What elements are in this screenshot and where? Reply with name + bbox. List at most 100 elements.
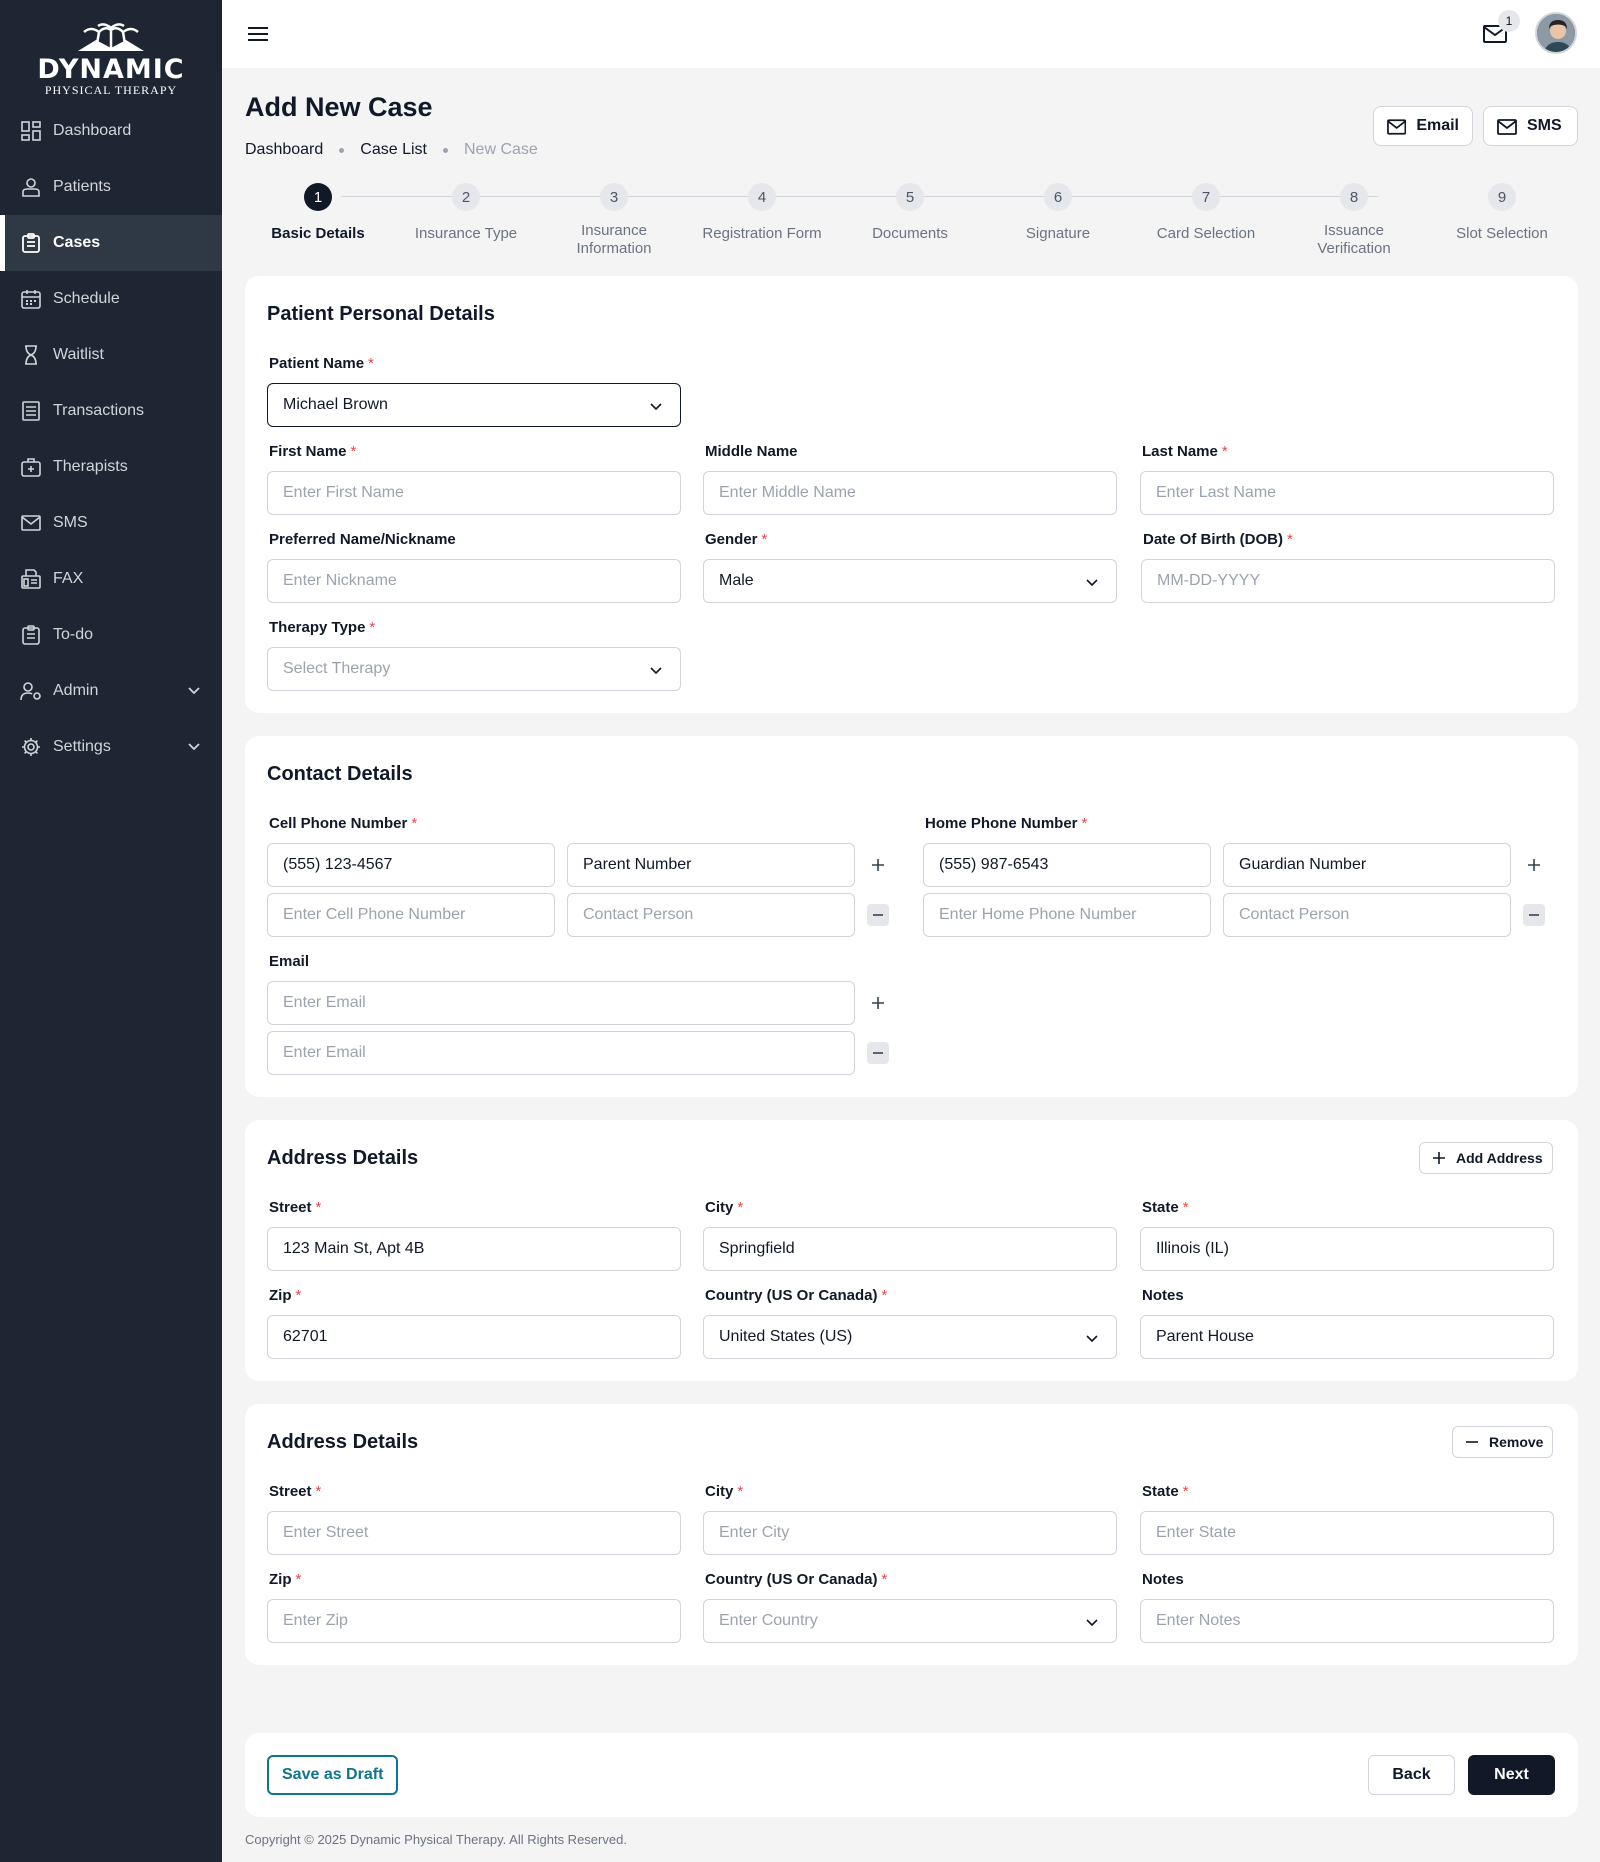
country-select[interactable]: United States (US) [703, 1315, 1117, 1359]
step-signature[interactable]: 6 Signature [984, 180, 1132, 243]
sidebar-item-waitlist[interactable]: Waitlist [0, 327, 222, 383]
zip-input[interactable]: 62701 [267, 1315, 681, 1359]
patient-name-select[interactable]: Michael Brown [267, 383, 681, 427]
patient-icon [20, 176, 42, 198]
therapy-type-label: Therapy Type * [269, 619, 376, 636]
notes-input[interactable]: Enter Notes [1140, 1599, 1554, 1643]
patient-personal-details-card: Patient Personal Details Patient Name * M… [245, 276, 1578, 713]
todo-list-icon [20, 624, 42, 646]
sidebar-item-label: To-do [53, 626, 94, 643]
minus-icon [873, 914, 883, 916]
last-name-input[interactable]: Enter Last Name [1140, 471, 1554, 515]
add-address-button[interactable]: Add Address [1419, 1142, 1553, 1174]
sidebar-item-therapists[interactable]: Therapists [0, 439, 222, 495]
step-registration-form[interactable]: 4 Registration Form [688, 180, 836, 243]
add-email-button[interactable] [867, 992, 889, 1014]
therapy-type-select[interactable]: Select Therapy [267, 647, 681, 691]
home-phone-input[interactable]: (555) 987-6543 [923, 843, 1211, 887]
breadcrumb-separator [339, 147, 345, 153]
address-details-card: Address Details Add Address Street * 123 … [245, 1120, 1578, 1381]
state-input[interactable]: Enter State [1140, 1511, 1554, 1555]
section-title: Address Details [267, 1147, 419, 1169]
cell-phone-input[interactable]: (555) 123-4567 [267, 843, 555, 887]
nickname-input[interactable]: Enter Nickname [267, 559, 681, 603]
user-avatar[interactable] [1535, 12, 1577, 54]
medical-bag-icon [20, 456, 42, 478]
sidebar-item-patients[interactable]: Patients [0, 159, 222, 215]
patient-name-label: Patient Name * [269, 355, 374, 372]
last-name-label: Last Name * [1142, 443, 1228, 460]
street-label: Street * [269, 1199, 322, 1216]
breadcrumb-dashboard[interactable]: Dashboard [245, 141, 323, 159]
notes-input[interactable]: Parent House [1140, 1315, 1554, 1359]
sidebar-item-sms[interactable]: SMS [0, 495, 222, 551]
home-contact-person-input[interactable]: Contact Person [1223, 893, 1511, 937]
hamburger-menu-icon[interactable] [246, 22, 270, 46]
notification-badge: 1 [1498, 10, 1520, 32]
step-documents[interactable]: 5 Documents [836, 180, 984, 243]
city-input[interactable]: Enter City [703, 1511, 1117, 1555]
sms-button[interactable]: SMS [1483, 106, 1578, 146]
sidebar-item-todo[interactable]: To-do [0, 607, 222, 663]
sidebar-item-settings[interactable]: Settings [0, 719, 222, 775]
mail-send-icon [1387, 119, 1407, 135]
minus-icon [873, 1052, 883, 1054]
sidebar-item-schedule[interactable]: Schedule [0, 271, 222, 327]
sidebar-item-cases[interactable]: Cases [0, 215, 222, 271]
sidebar-item-label: Settings [53, 738, 111, 755]
sidebar-item-label: Admin [53, 682, 99, 699]
email-input[interactable]: Enter Email [267, 981, 855, 1025]
back-button[interactable]: Back [1368, 1755, 1455, 1795]
email-button[interactable]: Email [1373, 106, 1473, 146]
breadcrumb: Dashboard Case List New Case [245, 141, 538, 159]
remove-email-button[interactable] [867, 1042, 889, 1064]
step-insurance-information[interactable]: 3 Insurance Information [540, 180, 688, 258]
zip-input[interactable]: Enter Zip [267, 1599, 681, 1643]
step-number: 4 [748, 183, 776, 211]
state-input[interactable]: Illinois (IL) [1140, 1227, 1554, 1271]
remove-cell-phone-button[interactable] [867, 904, 889, 926]
save-draft-button[interactable]: Save as Draft [267, 1755, 399, 1795]
add-home-phone-button[interactable] [1523, 854, 1545, 876]
street-input[interactable]: Enter Street [267, 1511, 681, 1555]
cell-contact-person-input[interactable]: Contact Person [567, 893, 855, 937]
step-issuance-verification[interactable]: 8 Issuance Verification [1280, 180, 1428, 258]
sidebar-item-admin[interactable]: Admin [0, 663, 222, 719]
street-input[interactable]: 123 Main St, Apt 4B [267, 1227, 681, 1271]
step-label: Card Selection [1156, 225, 1256, 242]
sidebar-item-dashboard[interactable]: Dashboard [0, 103, 222, 159]
sidebar-item-fax[interactable]: FAX [0, 551, 222, 607]
dob-input[interactable]: MM-DD-YYYY [1141, 559, 1555, 603]
topbar: 1 [222, 0, 1600, 68]
gender-label: Gender * [705, 531, 768, 548]
step-number: 6 [1044, 183, 1072, 211]
step-slot-selection[interactable]: 9 Slot Selection [1428, 180, 1576, 243]
middle-name-input[interactable]: Enter Middle Name [703, 471, 1117, 515]
calendar-icon [20, 288, 42, 310]
email-input-2[interactable]: Enter Email [267, 1031, 855, 1075]
first-name-input[interactable]: Enter First Name [267, 471, 681, 515]
sidebar-item-transactions[interactable]: Transactions [0, 383, 222, 439]
chevron-down-icon [650, 667, 662, 675]
step-insurance-type[interactable]: 2 Insurance Type [392, 180, 540, 243]
country-select[interactable]: Enter Country [703, 1599, 1117, 1643]
home-phone-relation-input[interactable]: Guardian Number [1223, 843, 1511, 887]
step-number: 9 [1488, 183, 1516, 211]
step-card-selection[interactable]: 7 Card Selection [1132, 180, 1280, 243]
gender-select[interactable]: Male [703, 559, 1117, 603]
breadcrumb-case-list[interactable]: Case List [360, 141, 427, 159]
cell-phone-input-2[interactable]: Enter Cell Phone Number [267, 893, 555, 937]
sms-button-label: SMS [1527, 117, 1562, 134]
step-basic-details[interactable]: 1 Basic Details [244, 180, 392, 243]
cell-phone-relation-input[interactable]: Parent Number [567, 843, 855, 887]
city-label: City * [705, 1199, 744, 1216]
next-button[interactable]: Next [1468, 1755, 1555, 1795]
add-cell-phone-button[interactable] [867, 854, 889, 876]
home-phone-input-2[interactable]: Enter Home Phone Number [923, 893, 1211, 937]
sidebar-item-label: Patients [53, 178, 111, 195]
remove-home-phone-button[interactable] [1523, 904, 1545, 926]
country-value: United States (US) [719, 1328, 853, 1345]
remove-address-button[interactable]: Remove [1452, 1426, 1554, 1458]
brand-logo[interactable]: DYNAMIC PHYSICAL THERAPY [0, 0, 222, 118]
city-input[interactable]: Springfield [703, 1227, 1117, 1271]
